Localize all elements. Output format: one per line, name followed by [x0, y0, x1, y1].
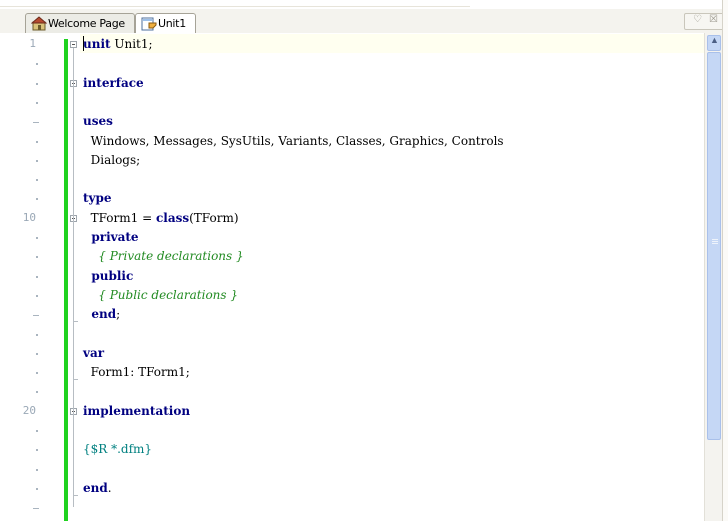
code-line: end.	[83, 479, 112, 498]
code-line: type	[83, 189, 112, 208]
gutter-dot	[36, 256, 38, 259]
scrollbar-thumb[interactable]	[707, 52, 721, 440]
editor-tab-strip: Welcome Page Unit1 ♡ ☒	[0, 0, 728, 34]
line-number: 20	[22, 403, 36, 417]
comment-token: { Private declarations }	[83, 249, 244, 264]
keyword-token: end	[83, 480, 108, 495]
unit-file-icon	[141, 17, 157, 31]
line-number: 1	[29, 37, 36, 50]
code-line: { Private declarations }	[83, 247, 244, 266]
code-line: Windows, Messages, SysUtils, Variants, C…	[83, 132, 504, 151]
gutter-dot	[36, 140, 38, 143]
gutter-dash	[33, 315, 39, 317]
code-line: {$R *.dfm}	[83, 440, 152, 459]
gutter-dot	[36, 275, 38, 278]
text-cursor	[83, 36, 84, 51]
gutter-dot	[36, 487, 38, 490]
code-line: { Public declarations }	[83, 286, 238, 305]
code-line: Form1: TForm1;	[83, 363, 190, 382]
keyword-token: unit	[83, 37, 111, 51]
code-line: end;	[83, 305, 120, 324]
code-token: Unit1;	[110, 37, 153, 51]
code-editor[interactable]: 1 10 20 unit Unit1; interface uses Windows, …	[0, 33, 728, 521]
tab-welcome-label: Welcome Page	[48, 17, 125, 30]
keyword-token: end	[83, 307, 117, 322]
code-line: implementation	[83, 402, 190, 421]
keyword-token: uses	[83, 114, 113, 129]
code-token: (TForm)	[189, 210, 239, 225]
gutter-dot	[36, 468, 38, 471]
maximize-icon[interactable]: ♡	[693, 14, 702, 25]
gutter-dot	[36, 352, 38, 355]
gutter-dot	[36, 82, 38, 85]
line-number: 10	[22, 210, 36, 224]
code-token: ;	[116, 307, 121, 322]
gutter-dot	[36, 101, 38, 104]
gutter-dot	[36, 333, 38, 336]
gutter-dot	[36, 372, 38, 375]
code-line: TForm1 = class(TForm)	[83, 209, 239, 228]
gutter-dot	[36, 391, 38, 394]
code-token: Form1: TForm1;	[83, 365, 190, 380]
gutter-dot	[36, 430, 38, 432]
keyword-token: private	[83, 230, 139, 244]
arrow-up-icon: ▲	[710, 35, 719, 45]
fold-toggle-icon[interactable]	[70, 41, 77, 48]
fold-end-marker	[73, 321, 78, 323]
top-strip	[0, 0, 728, 9]
tab-unit1[interactable]: Unit1	[135, 13, 196, 34]
top-divider	[0, 6, 470, 7]
gutter-dot	[36, 237, 38, 239]
fold-end-marker	[73, 494, 78, 496]
close-icon[interactable]: ☒	[709, 14, 718, 25]
code-line: private	[83, 228, 139, 247]
current-line-highlight	[80, 34, 704, 53]
fold-guide-line	[73, 221, 74, 315]
scroll-up-button[interactable]: ▲	[707, 35, 721, 51]
tab-welcome-page[interactable]: Welcome Page	[25, 13, 135, 33]
keyword-token: public	[83, 268, 134, 283]
window-right-edge	[722, 0, 728, 521]
code-line: unit Unit1;	[83, 35, 153, 54]
thumb-grip	[712, 241, 718, 242]
code-line: public	[83, 267, 133, 286]
code-token: TForm1 =	[83, 210, 156, 225]
directive-token: {$R *.dfm}	[83, 442, 153, 457]
keyword-token: type	[83, 191, 112, 206]
code-token: Windows, Messages, SysUtils, Variants, C…	[83, 133, 504, 148]
code-token: Dialogs;	[83, 152, 141, 167]
line-number-gutter: 1 10 20	[0, 33, 66, 521]
window-controls: ♡ ☒	[684, 13, 724, 30]
vertical-scrollbar[interactable]: ▲	[704, 33, 723, 521]
code-line: var	[83, 344, 104, 363]
keyword-token: implementation	[83, 403, 191, 418]
comment-token: { Public declarations }	[83, 287, 239, 302]
code-line: uses	[83, 112, 113, 131]
code-line: interface	[83, 74, 144, 93]
keyword-token: var	[83, 345, 105, 360]
gutter-dot	[36, 294, 38, 297]
gutter-dot	[36, 449, 38, 452]
gutter-dot	[36, 159, 38, 162]
tab-unit1-label: Unit1	[158, 17, 186, 30]
keyword-token: class	[155, 210, 190, 225]
gutter-dash	[33, 122, 39, 124]
gutter-dot	[36, 198, 38, 201]
gutter-dash	[33, 508, 39, 510]
code-token: .	[107, 480, 112, 495]
gutter-dot	[36, 63, 38, 66]
gutter-dot	[36, 179, 38, 182]
modified-lines-bar	[64, 39, 68, 521]
keyword-token: interface	[83, 75, 144, 90]
code-line: Dialogs;	[83, 151, 141, 170]
home-icon	[31, 16, 47, 31]
thumb-grip	[712, 243, 718, 244]
fold-end-marker	[73, 379, 78, 381]
thumb-grip	[712, 239, 718, 240]
